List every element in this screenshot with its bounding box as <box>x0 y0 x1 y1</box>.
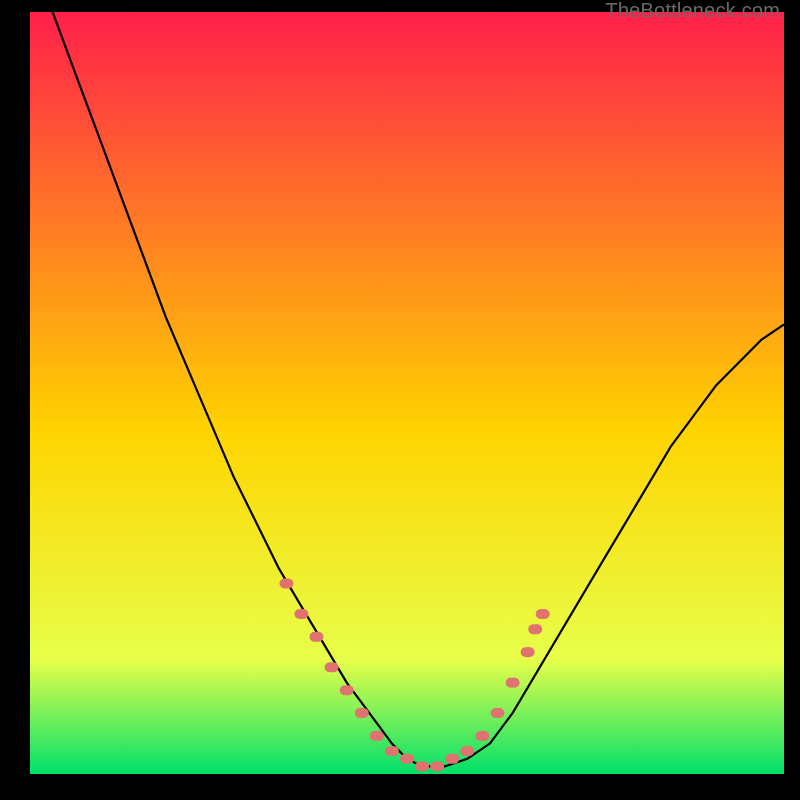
curve-marker <box>475 731 489 741</box>
curve-marker <box>370 731 384 741</box>
curve-marker <box>460 746 474 756</box>
gradient-background <box>30 12 784 774</box>
curve-marker <box>528 624 542 634</box>
curve-marker <box>430 761 444 771</box>
curve-marker <box>536 609 550 619</box>
curve-marker <box>415 761 429 771</box>
watermark-text: TheBottleneck.com <box>605 0 780 23</box>
curve-marker <box>506 678 520 688</box>
curve-marker <box>294 609 308 619</box>
curve-marker <box>521 647 535 657</box>
curve-marker <box>355 708 369 718</box>
chart-svg <box>30 12 784 774</box>
curve-marker <box>340 685 354 695</box>
curve-marker <box>445 754 459 764</box>
curve-marker <box>279 579 293 589</box>
curve-marker <box>385 746 399 756</box>
curve-marker <box>310 632 324 642</box>
chart-frame: TheBottleneck.com <box>0 0 800 800</box>
curve-marker <box>491 708 505 718</box>
curve-marker <box>400 754 414 764</box>
curve-marker <box>325 662 339 672</box>
plot-area <box>30 12 784 774</box>
